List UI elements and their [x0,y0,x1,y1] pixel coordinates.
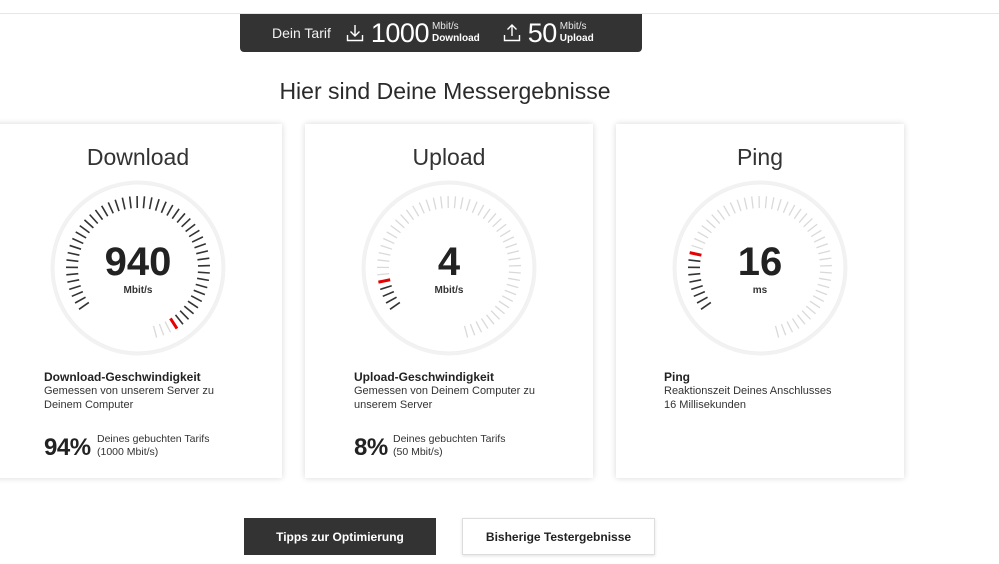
download-card-title: Download [86,144,190,170]
download-unit: Mbit/s [123,285,153,296]
download-card: Download 940 Mbit/s Download-Geschwindig… [0,124,282,478]
tarif-upload-unit: Mbit/s [559,21,587,32]
download-percent-desc: Deines gebuchten Tarifs (1000 Mbit/s) [97,433,209,459]
download-icon [346,25,364,42]
tarif-label: Dein Tarif [272,25,331,41]
upload-percent: 8% [354,434,388,461]
ping-metric-desc: Reaktionszeit Deines Anschlusses 16 Mill… [664,384,874,412]
ping-card-title: Ping [736,144,784,170]
ping-unit: ms [752,285,768,296]
download-metric-desc: Gemessen von unserem Server zu Deinem Co… [44,385,214,411]
tarif-download-label: Download [431,33,480,44]
upload-unit: Mbit/s [434,285,464,296]
upload-metric-desc: Gemessen von Deinem Computer zu unserem … [354,385,535,411]
download-percent: 94% [44,434,91,461]
ping-metric-desc-line1: Reaktionszeit Deines Anschlusses [664,385,832,397]
ping-card: Ping 16 ms Ping Reaktionszeit Deines Ans… [616,124,904,478]
tips-button[interactable]: Tipps zur Optimierung [244,518,436,555]
upload-card-title: Upload [412,144,486,170]
upload-card: Upload 4 Mbit/s Upload-Geschwindigkeit G… [305,124,593,478]
download-metric-title: Download-Geschwindigkeit [44,370,201,384]
download-percent-desc-line1: Deines gebuchten Tarifs [97,433,210,445]
upload-value: 4 [437,240,461,284]
ping-value: 16 [737,240,783,284]
upload-metric-title: Upload-Geschwindigkeit [354,370,495,384]
tarif-download-unit: Mbit/s [431,21,459,32]
tarif-bar: Dein Tarif 1000 Mbit/s Download 50 Mbit/… [240,14,642,52]
history-button[interactable]: Bisherige Testergebnisse [462,518,655,555]
upload-percent-desc-line2: (50 Mbit/s) [393,446,443,458]
tarif-upload: 50 Mbit/s Upload [502,17,594,48]
ping-metric-title: Ping [664,370,690,384]
tarif-upload-value: 50 [527,17,558,48]
page-title: Hier sind Deine Messergebnisse [279,78,611,104]
gauge-tick [142,196,146,209]
upload-percent-desc: Deines gebuchten Tarifs (50 Mbit/s) [393,433,505,459]
download-value: 940 [104,240,172,284]
tarif-download-value: 1000 [370,17,430,48]
tarif-download: 1000 Mbit/s Download [345,17,480,48]
download-percent-desc-line2: (1000 Mbit/s) [97,446,159,458]
tarif-upload-label: Upload [559,33,594,44]
upload-percent-desc-line1: Deines gebuchten Tarifs [393,433,506,445]
ping-metric-desc-line2: 16 Millisekunden [664,399,746,411]
upload-icon [503,24,520,42]
